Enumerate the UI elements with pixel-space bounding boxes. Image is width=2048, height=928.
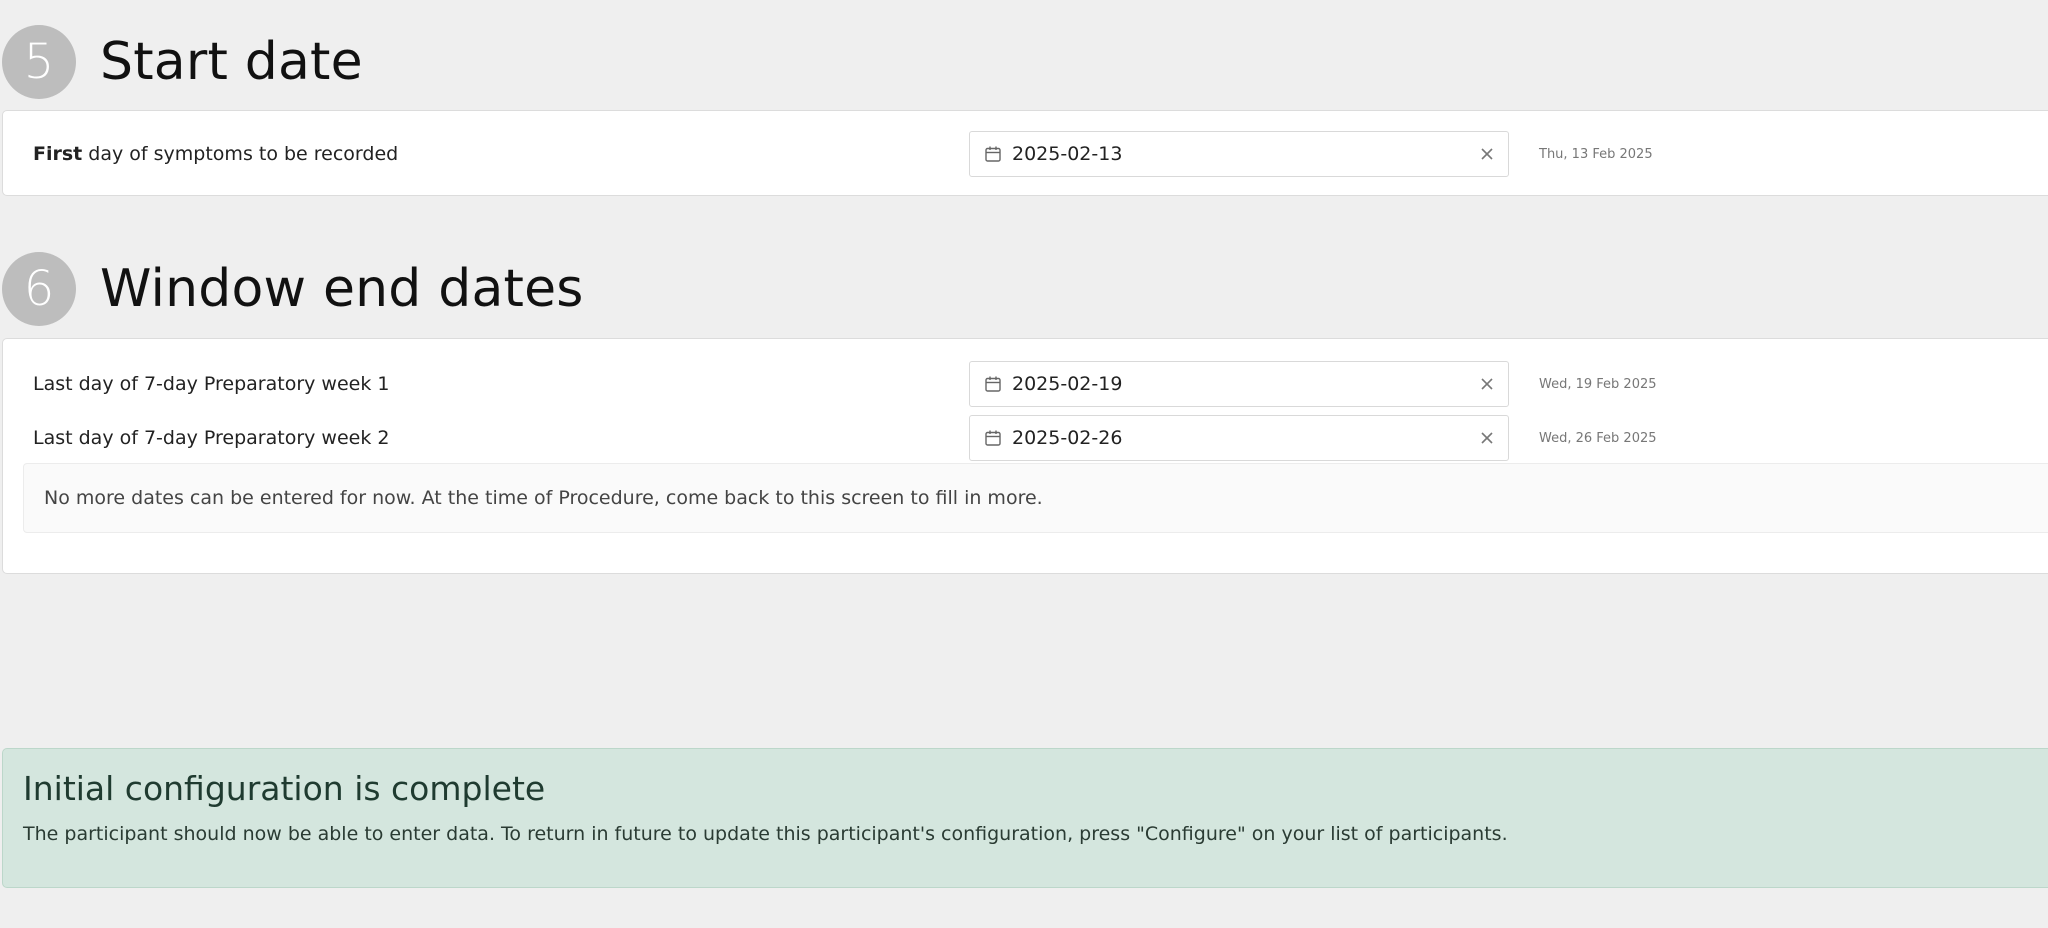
notice-text: No more dates can be entered for now. At… xyxy=(44,487,1043,509)
date-value[interactable]: 2025-02-13 xyxy=(1012,143,1122,165)
start-date-label-text: day of symptoms to be recorded xyxy=(82,143,399,165)
close-icon[interactable] xyxy=(1480,147,1494,161)
success-message: The participant should now be able to en… xyxy=(23,823,1508,845)
close-icon[interactable] xyxy=(1480,431,1494,445)
window-end-input-2[interactable]: 2025-02-26 xyxy=(969,415,1509,461)
step-number-badge: 5 xyxy=(2,25,76,99)
start-date-card: First day of symptoms to be recorded 202… xyxy=(2,110,2048,196)
start-date-input[interactable]: 2025-02-13 xyxy=(969,131,1509,177)
start-date-label: First day of symptoms to be recorded xyxy=(33,143,398,165)
window-end-input-1[interactable]: 2025-02-19 xyxy=(969,361,1509,407)
success-alert: Initial configuration is complete The pa… xyxy=(2,748,2048,888)
window-end-label: Last day of 7-day Preparatory week 2 xyxy=(33,427,390,449)
start-date-row: First day of symptoms to be recorded 202… xyxy=(3,131,2048,177)
calendar-icon xyxy=(984,429,1002,447)
date-value[interactable]: 2025-02-19 xyxy=(1012,373,1122,395)
info-notice: No more dates can be entered for now. At… xyxy=(23,463,2048,533)
date-hint: Wed, 26 Feb 2025 xyxy=(1539,430,1657,446)
section-6-header: 6 Window end dates xyxy=(2,252,584,326)
calendar-icon xyxy=(984,145,1002,163)
calendar-icon xyxy=(984,375,1002,393)
window-end-label: Last day of 7-day Preparatory week 1 xyxy=(33,373,390,395)
window-end-row-2: Last day of 7-day Preparatory week 2 202… xyxy=(3,415,2048,461)
section-title: Start date xyxy=(100,32,363,92)
section-title: Window end dates xyxy=(100,259,584,319)
section-5-header: 5 Start date xyxy=(2,25,363,99)
window-end-dates-card: Last day of 7-day Preparatory week 1 202… xyxy=(2,338,2048,574)
step-number-badge: 6 xyxy=(2,252,76,326)
close-icon[interactable] xyxy=(1480,377,1494,391)
success-title: Initial configuration is complete xyxy=(23,769,546,808)
start-date-label-bold: First xyxy=(33,143,83,165)
date-hint: Thu, 13 Feb 2025 xyxy=(1539,146,1653,162)
window-end-row-1: Last day of 7-day Preparatory week 1 202… xyxy=(3,361,2048,407)
date-hint: Wed, 19 Feb 2025 xyxy=(1539,376,1657,392)
date-value[interactable]: 2025-02-26 xyxy=(1012,427,1122,449)
